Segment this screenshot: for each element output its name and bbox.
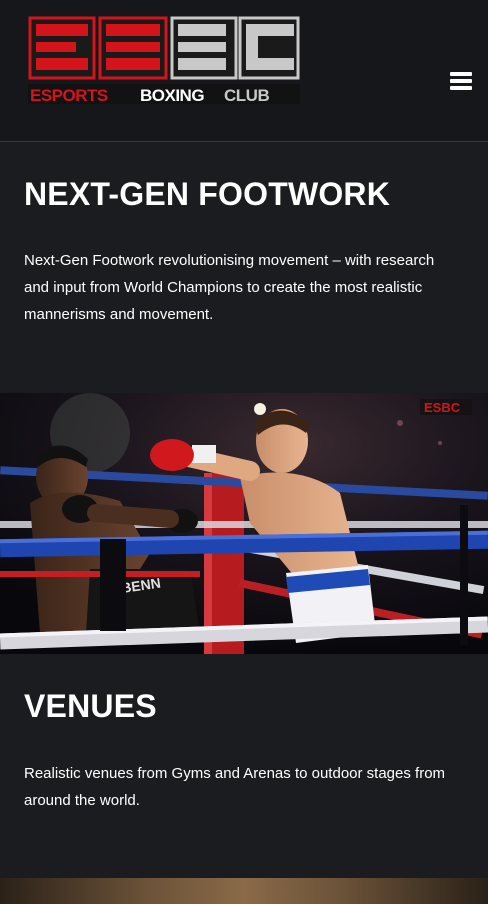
section-body: Realistic venues from Gyms and Arenas to…	[24, 765, 446, 809]
svg-text:ESPORTS: ESPORTS	[30, 86, 108, 105]
hamburger-menu-icon[interactable]	[450, 72, 474, 92]
section-title: VENUES	[24, 688, 157, 724]
boxing-match-image: BENN ESBC	[0, 393, 488, 654]
section-venues: VENUES Realistic venues from Gyms and Ar…	[0, 654, 488, 878]
esbc-logo-graphic: ESPORTS BOXING CLUB	[28, 16, 300, 105]
section-title: NEXT-GEN FOOTWORK	[24, 176, 391, 212]
site-header: ESPORTS BOXING CLUB	[0, 0, 488, 142]
esbc-logo[interactable]: ESPORTS BOXING CLUB	[28, 14, 300, 106]
svg-text:CLUB: CLUB	[224, 86, 269, 105]
section-next-gen-footwork: NEXT-GEN FOOTWORK Next-Gen Footwork revo…	[0, 142, 488, 393]
watermark-text: ESBC	[424, 400, 461, 415]
section-body: Next-Gen Footwork revolutionising moveme…	[24, 252, 435, 323]
next-section-image	[0, 878, 488, 904]
boxing-scene-illustration: BENN ESBC	[0, 393, 488, 654]
svg-text:BOXING: BOXING	[140, 86, 204, 105]
